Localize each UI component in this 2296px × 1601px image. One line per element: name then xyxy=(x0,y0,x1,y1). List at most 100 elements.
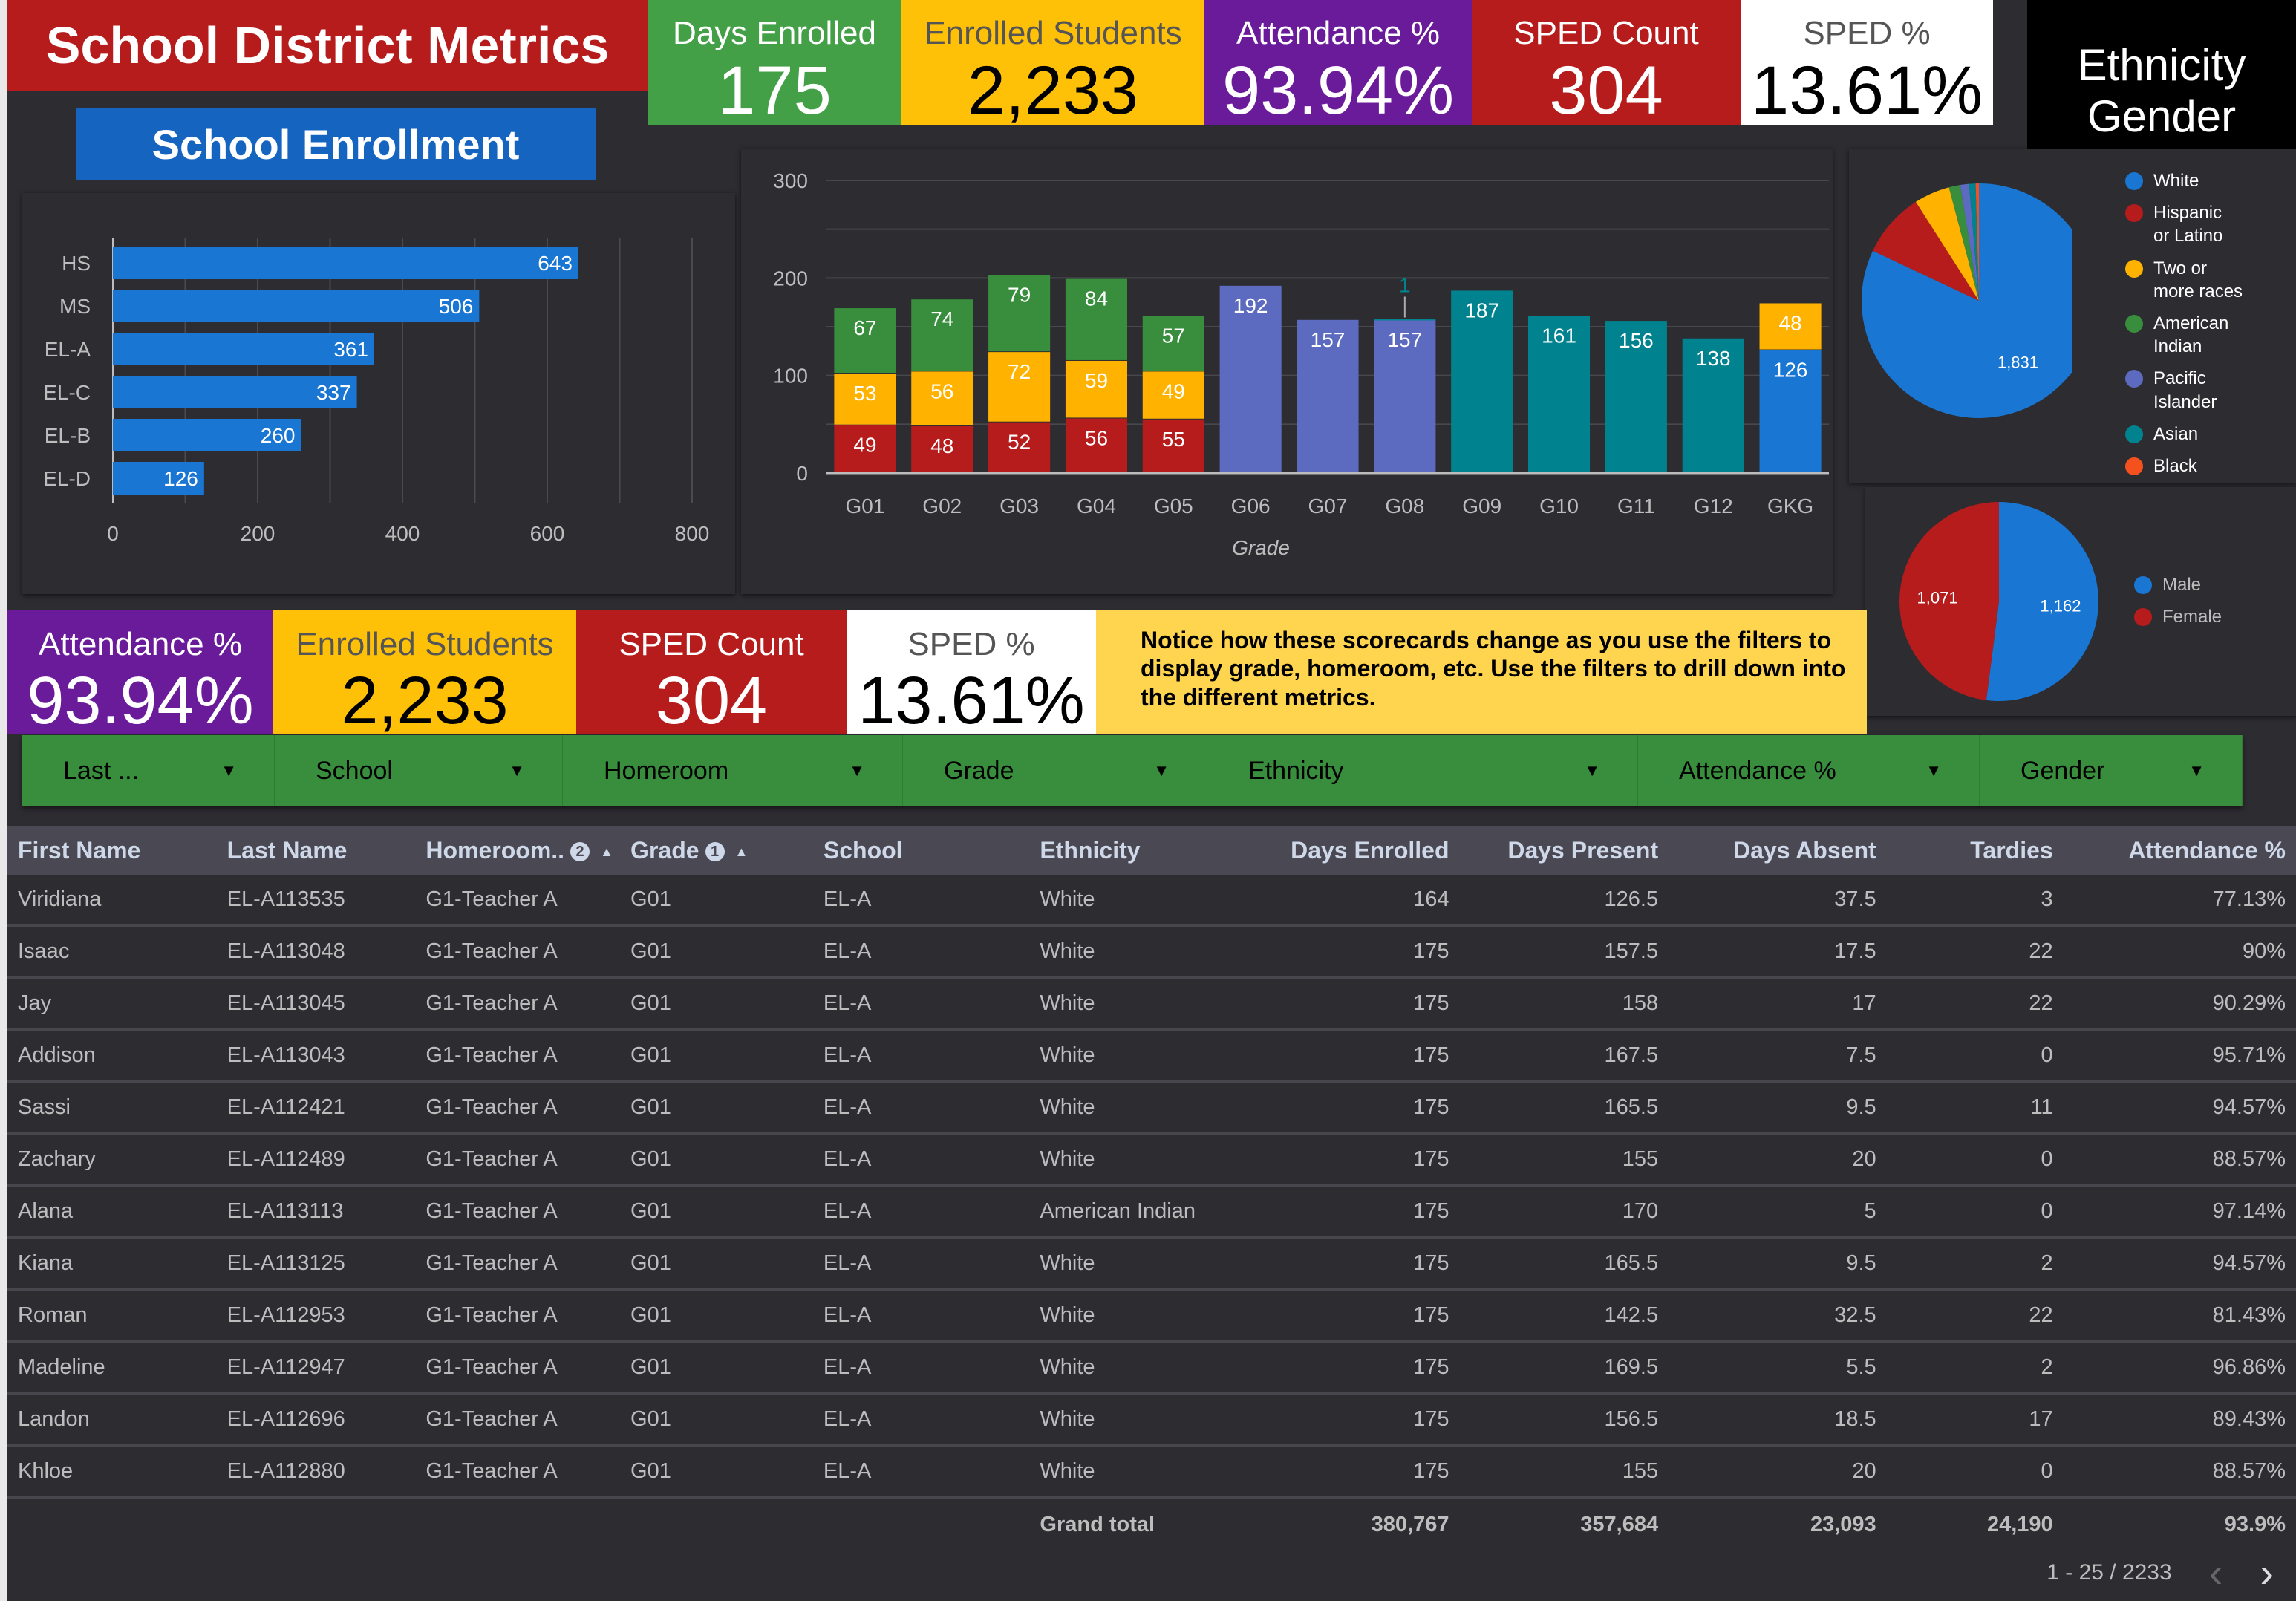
legend-item[interactable]: Hispanic or Latino xyxy=(2125,201,2243,247)
table-row[interactable]: Jay EL-A113045 G1-Teacher A G01 EL-A White 175… xyxy=(7,979,2296,1031)
table-cell: 95.71% xyxy=(2212,1043,2286,1067)
table-cell: EL-A113535 xyxy=(226,887,345,911)
table-cell: 89.43% xyxy=(2212,1406,2286,1431)
x-tick-label: G11 xyxy=(1617,495,1655,518)
filter-school-dropdown[interactable]: School ▼ xyxy=(275,735,563,806)
grade-stacked-bar-chart: 0 100 200 300 49 53 67 G01 48 56 74 G02 52 72 79 G03 56 5… xyxy=(773,169,1829,559)
table-cell: Landon xyxy=(18,1406,90,1431)
column-header-days-present[interactable]: Days Present xyxy=(1460,837,1669,864)
column-header-school[interactable]: School xyxy=(813,837,1030,864)
category-label: EL-A xyxy=(45,338,91,361)
table-cell: 156.5 xyxy=(1604,1406,1659,1431)
gender-legend: Male Female xyxy=(2134,573,2222,637)
filter-ethnicity-dropdown[interactable]: Ethnicity ▼ xyxy=(1207,735,1638,806)
segment-value-label: 126 xyxy=(1773,359,1808,382)
table-cell: 165.5 xyxy=(1604,1251,1659,1275)
y-tick-label: 0 xyxy=(796,462,808,485)
legend-item[interactable]: Black xyxy=(2125,454,2243,477)
total-tardies: 24,190 xyxy=(1986,1512,2053,1536)
table-cell: 97.14% xyxy=(2212,1199,2286,1223)
filter-grade-dropdown[interactable]: Grade ▼ xyxy=(903,735,1207,806)
table-cell: G1-Teacher A xyxy=(425,1458,558,1483)
table-row[interactable]: Sassi EL-A112421 G1-Teacher A G01 EL-A White 1… xyxy=(7,1083,2296,1135)
sort-order-badge: 1 xyxy=(705,842,725,862)
scorecard-sped: SPED % 13.61% xyxy=(847,610,1096,734)
column-header-tardies[interactable]: Tardies xyxy=(1887,837,2064,864)
table-cell: 175 xyxy=(1413,1147,1449,1171)
column-header-ethnicity[interactable]: Ethnicity xyxy=(1029,837,1250,864)
column-header-grade[interactable]: Grade 1 ▲ xyxy=(620,837,813,864)
legend-item[interactable]: Female xyxy=(2134,605,2222,628)
legend-item[interactable]: Male xyxy=(2134,573,2222,596)
table-row[interactable]: Madeline EL-A112947 G1-Teacher A G01 EL-A Whi… xyxy=(7,1343,2296,1395)
table-cell: 167.5 xyxy=(1604,1043,1659,1067)
scorecard-label: SPED Count xyxy=(619,626,804,662)
filter-attendance-dropdown[interactable]: Attendance % ▼ xyxy=(1638,735,1980,806)
legend-label: Two or more races xyxy=(2153,258,2243,301)
segment-value-label: 52 xyxy=(1008,431,1031,454)
table-cell: EL-A xyxy=(823,1354,872,1379)
total-days-enrolled: 380,767 xyxy=(1371,1512,1449,1536)
filter-gender-dropdown[interactable]: Gender ▼ xyxy=(1980,735,2243,806)
table-cell: 22 xyxy=(2029,939,2053,963)
filter-label: Last ... xyxy=(63,756,140,785)
legend-item[interactable]: American Indian xyxy=(2125,312,2243,358)
table-cell: Sassi xyxy=(18,1095,71,1119)
table-cell: G1-Teacher A xyxy=(425,887,558,911)
table-cell: EL-A xyxy=(823,1147,872,1171)
segment-value-label: 156 xyxy=(1619,329,1654,352)
column-header-days-absent[interactable]: Days Absent xyxy=(1669,837,1887,864)
x-tick-label: 200 xyxy=(241,522,275,545)
segment-value-label: 72 xyxy=(1008,360,1031,383)
table-cell: White xyxy=(1040,991,1095,1015)
table-row[interactable]: Khloe EL-A112880 G1-Teacher A G01 EL-A White 1… xyxy=(7,1447,2296,1499)
category-label: EL-D xyxy=(43,467,91,490)
dropdown-arrow-icon: ▼ xyxy=(1925,761,1942,780)
legend-color-dot xyxy=(2125,204,2143,223)
prev-page-button[interactable]: ‹ xyxy=(2209,1548,2223,1597)
filter-homeroom-dropdown[interactable]: Homeroom ▼ xyxy=(563,735,903,806)
column-header-last-name[interactable]: Last Name xyxy=(217,837,416,864)
segment-value-label: 138 xyxy=(1696,347,1731,370)
table-cell: EL-A112880 xyxy=(226,1458,345,1483)
table-cell: 94.57% xyxy=(2212,1251,2286,1275)
legend-item[interactable]: Pacific Islander xyxy=(2125,367,2243,413)
table-row[interactable]: Kiana EL-A113125 G1-Teacher A G01 EL-A White 1… xyxy=(7,1239,2296,1291)
table-row[interactable]: Alana EL-A113113 G1-Teacher A G01 EL-A Americ… xyxy=(7,1187,2296,1239)
bar-value-label: 506 xyxy=(439,295,474,318)
segment-value-label: 49 xyxy=(853,434,876,457)
table-row[interactable]: Addison EL-A113043 G1-Teacher A G01 EL-A Whit… xyxy=(7,1031,2296,1083)
column-header-days-enrolled[interactable]: Days Enrolled xyxy=(1250,837,1460,864)
scorecard-sped-count: SPED Count 304 xyxy=(1472,0,1741,125)
column-header-homeroom-[interactable]: Homeroom.. 2 ▲ xyxy=(415,837,620,864)
table-cell: 155 xyxy=(1622,1147,1659,1171)
table-cell: G01 xyxy=(630,1354,671,1379)
scorecard-attendance: Attendance % 93.94% xyxy=(1204,0,1472,125)
column-header-first-name[interactable]: First Name xyxy=(7,837,217,864)
page-border xyxy=(0,0,7,1601)
table-cell: G01 xyxy=(630,1199,671,1223)
filter-last-name-dropdown[interactable]: Last ... ▼ xyxy=(22,735,275,806)
segment-value-label: 74 xyxy=(930,307,953,330)
table-cell: 157.5 xyxy=(1604,939,1659,963)
column-header-attendance-%[interactable]: Attendance % xyxy=(2064,837,2296,864)
table-row[interactable]: Landon EL-A112696 G1-Teacher A G01 EL-A White… xyxy=(7,1395,2296,1447)
table-row[interactable]: Roman EL-A112953 G1-Teacher A G01 EL-A White 1… xyxy=(7,1291,2296,1343)
table-cell: 18.5 xyxy=(1834,1406,1876,1431)
table-row[interactable]: Viridiana EL-A113535 G1-Teacher A G01 EL-A Wh… xyxy=(7,875,2296,927)
x-tick-label: G09 xyxy=(1462,495,1501,518)
scorecard-value: 93.94% xyxy=(1222,53,1455,125)
table-cell: Addison xyxy=(18,1043,96,1067)
column-header-label: Last Name xyxy=(226,836,348,864)
table-cell: G1-Teacher A xyxy=(425,1147,558,1171)
legend-item[interactable]: Asian xyxy=(2125,423,2243,446)
scorecard-value: 2,233 xyxy=(967,53,1139,125)
table-row[interactable]: Isaac EL-A113048 G1-Teacher A G01 EL-A White 1… xyxy=(7,927,2296,979)
table-row[interactable]: Zachary EL-A112489 G1-Teacher A G01 EL-A Whit… xyxy=(7,1135,2296,1187)
table-cell: White xyxy=(1040,887,1095,911)
next-page-button[interactable]: › xyxy=(2260,1548,2274,1597)
ethnicity-pie-chart: 1,831 xyxy=(1862,183,2072,418)
legend-item[interactable]: White xyxy=(2125,169,2243,192)
table-cell: 32.5 xyxy=(1834,1302,1876,1327)
legend-item[interactable]: Two or more races xyxy=(2125,257,2243,303)
